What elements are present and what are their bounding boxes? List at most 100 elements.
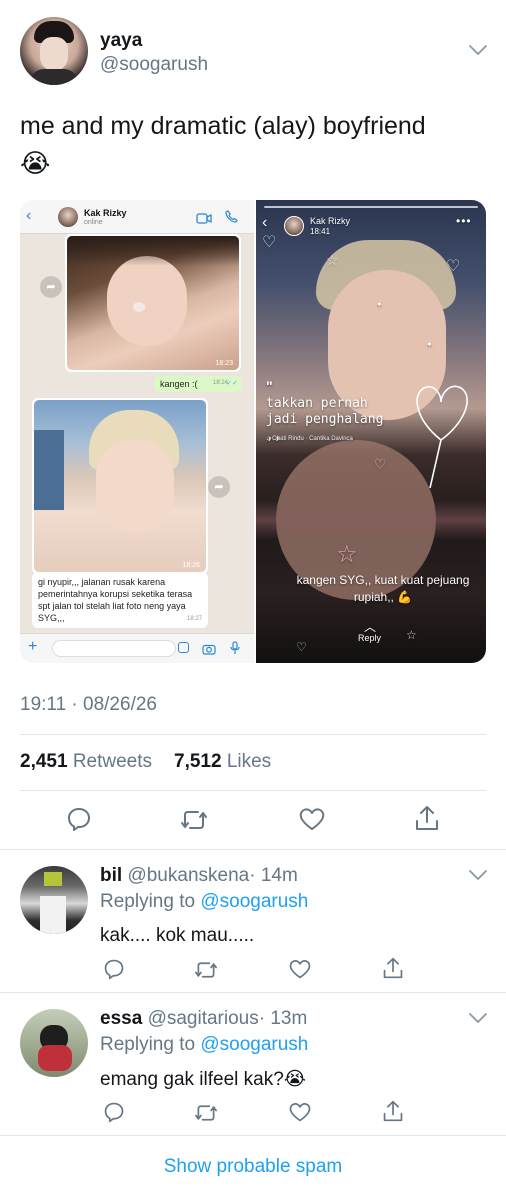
lyric-quote-mark: " <box>266 378 273 394</box>
story-avatar[interactable] <box>284 216 304 236</box>
retweet-icon[interactable] <box>193 1102 219 1124</box>
reply-author-handle[interactable]: @sagitarious <box>148 1008 259 1029</box>
story-back-icon[interactable]: ‹ <box>262 214 267 232</box>
retweets-count: 2,451 <box>20 751 68 772</box>
retweet-icon[interactable] <box>193 959 219 981</box>
camera-icon[interactable] <box>202 642 216 660</box>
phone-icon[interactable] <box>225 210 238 228</box>
replying-to-label: Replying to <box>100 891 196 912</box>
story-contact-name: Kak Rizky <box>310 216 351 226</box>
read-receipt-icon: ✓✓ <box>226 380 238 387</box>
received-message-text: gi nyupir,,, jalanan rusak karena pemeri… <box>38 577 193 623</box>
chevron-down-icon[interactable] <box>468 1012 488 1024</box>
sticker-icon[interactable] <box>178 642 189 653</box>
heart-outline-icon: ♡ <box>262 234 277 251</box>
retweet-icon[interactable] <box>179 807 209 833</box>
message-input[interactable] <box>52 640 176 657</box>
reply-author-name[interactable]: essa <box>100 1008 142 1029</box>
star-icon: ☆ <box>406 628 417 642</box>
heart-outline-icon: ♡ <box>296 640 307 654</box>
story-screenshot[interactable]: Kak Rizky 18:41 ‹ ••• " takkan pernah ja… <box>256 200 486 663</box>
contact-status: online <box>84 219 103 226</box>
microphone-icon[interactable] <box>230 641 240 660</box>
reply-avatar[interactable] <box>20 866 88 934</box>
replying-to: Replying to @soogarush <box>100 891 308 913</box>
photo-1-time: 18:23 <box>215 360 233 367</box>
replying-to-label: Replying to <box>100 1034 196 1055</box>
share-icon[interactable] <box>414 804 440 832</box>
divider <box>0 849 506 850</box>
heart-icon[interactable] <box>288 1101 312 1123</box>
author-name[interactable]: yaya <box>100 30 142 52</box>
share-icon[interactable] <box>382 1099 404 1123</box>
forward-icon[interactable]: ➦ <box>40 276 62 298</box>
divider <box>0 1135 506 1136</box>
heart-icon[interactable] <box>298 806 326 832</box>
chat-photo-2[interactable]: 18:26 <box>32 398 208 574</box>
author-handle[interactable]: @soogarush <box>100 54 208 76</box>
like-stats[interactable]: 7,512 Likes <box>174 751 271 773</box>
story-progress-bar <box>264 206 478 208</box>
story-reply-button[interactable]: Reply <box>358 633 381 643</box>
retweets-label: Retweets <box>72 751 153 772</box>
received-message: gi nyupir,,, jalanan rusak karena pemeri… <box>32 572 208 628</box>
whatsapp-screenshot[interactable]: ‹ Kak Rizky online 18:23 ➦ kangen :( 18: <box>20 200 254 663</box>
story-caption: kangen SYG,, kuat kuat pejuang rupiah,, … <box>296 573 470 604</box>
tweet-text: me and my dramatic (alay) boyfriend <box>20 109 490 143</box>
star-icon: ☆ <box>326 252 339 268</box>
tweet-body: me and my dramatic (alay) boyfriend <box>20 112 426 140</box>
video-call-icon[interactable] <box>196 211 212 229</box>
heart-icon[interactable] <box>288 958 312 980</box>
forward-icon-2[interactable]: ➦ <box>208 476 230 498</box>
divider <box>20 790 486 791</box>
song-label: ♫ Obati Rindu · Cantika Davinca <box>266 436 353 442</box>
divider <box>0 992 506 993</box>
reply-header: bil @bukanskena· 14m <box>100 865 298 887</box>
photo-2-time: 18:26 <box>182 562 200 569</box>
chevron-down-icon[interactable] <box>468 44 488 56</box>
replying-to-handle[interactable]: @soogarush <box>200 891 308 912</box>
likes-count: 7,512 <box>174 751 222 772</box>
sparkle-icon: ✦ <box>426 340 433 349</box>
reply-text: kak.... kok mau..... <box>100 925 255 946</box>
crying-emoji: 😭 <box>20 148 51 178</box>
reply-avatar[interactable] <box>20 1009 88 1077</box>
heart-outline-icon: ♡ <box>446 258 461 275</box>
reply-icon[interactable] <box>66 806 92 832</box>
reply-time: · 13m <box>258 1008 308 1029</box>
reply-icon[interactable] <box>103 958 125 980</box>
sent-message: kangen :( 18:24 ✓✓ <box>154 376 242 392</box>
more-options-icon[interactable]: ••• <box>456 214 472 228</box>
show-probable-spam-link[interactable]: Show probable spam <box>0 1156 506 1178</box>
received-message-time: 18:27 <box>186 616 202 622</box>
contact-name: Kak Rizky <box>84 208 127 218</box>
retweet-stats[interactable]: 2,451 Retweets <box>20 751 152 773</box>
heart-outline-icon: ♡ <box>374 456 387 472</box>
likes-label: Likes <box>226 751 272 772</box>
author-avatar[interactable] <box>20 17 88 85</box>
star-icon: ☆ <box>336 541 358 568</box>
story-time: 18:41 <box>310 227 331 236</box>
drawn-heart-icon <box>406 380 476 495</box>
reply-header: essa @sagitarious· 13m <box>100 1008 307 1030</box>
reply-time: · 14m <box>249 865 298 886</box>
contact-avatar[interactable] <box>58 207 78 227</box>
sparkle-icon: ✦ <box>376 300 383 309</box>
divider <box>20 734 486 735</box>
replying-to-handle[interactable]: @soogarush <box>200 1034 308 1055</box>
reply-author-name[interactable]: bil <box>100 865 122 886</box>
plus-icon[interactable]: + <box>28 638 37 656</box>
reply-text: emang gak ilfeel kak?😭 <box>100 1069 306 1090</box>
sent-message-text: kangen :( <box>160 379 198 389</box>
chevron-down-icon[interactable] <box>468 869 488 881</box>
replying-to: Replying to @soogarush <box>100 1034 308 1056</box>
chat-photo-1[interactable]: 18:23 <box>65 234 241 372</box>
tweet-media[interactable]: ‹ Kak Rizky online 18:23 ➦ kangen :( 18: <box>20 200 486 663</box>
reply-icon[interactable] <box>103 1101 125 1123</box>
chat-input-bar: + <box>20 633 254 663</box>
back-icon[interactable]: ‹ <box>26 208 31 224</box>
reply-author-handle[interactable]: @bukanskena <box>127 865 249 886</box>
chat-header: ‹ Kak Rizky online <box>20 200 254 234</box>
share-icon[interactable] <box>382 956 404 980</box>
tweet-timestamp[interactable]: 19:11 · 08/26/26 <box>20 694 157 716</box>
